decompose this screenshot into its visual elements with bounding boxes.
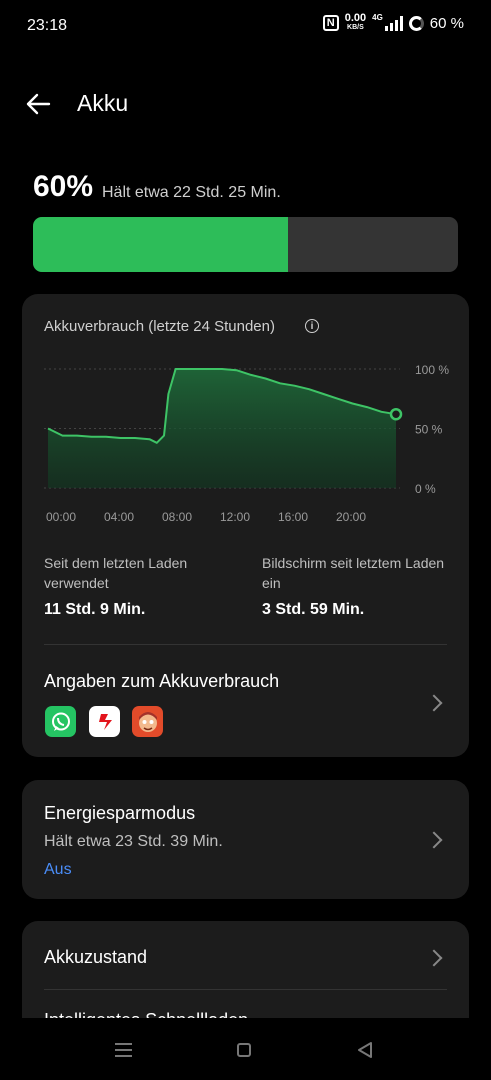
- y-tick-label: 100 %: [415, 363, 449, 377]
- recent-apps-button[interactable]: [115, 1043, 132, 1061]
- red-s-app-icon: [89, 706, 120, 737]
- battery-health-title[interactable]: Akkuzustand: [44, 947, 147, 968]
- x-tick-label: 00:00: [46, 510, 76, 524]
- since-last-charge-label: Seit dem letzten Laden verwendet: [44, 555, 188, 591]
- x-tick-label: 04:00: [104, 510, 134, 524]
- current-level-point: [389, 407, 403, 421]
- power-saving-estimate: Hält etwa 23 Std. 39 Min.: [44, 833, 223, 850]
- screen-on-label: Bildschirm seit letztem Laden ein: [262, 555, 445, 591]
- screen-on-value: 3 Std. 59 Min.: [262, 601, 365, 618]
- x-tick-label: 12:00: [220, 510, 250, 524]
- battery-usage-chart: 100 % 50 % 0 % 00:00 04:00 08:00 12:00 16:00 20:…: [44, 363, 449, 524]
- x-tick-label: 16:00: [278, 510, 308, 524]
- home-button[interactable]: [237, 1043, 251, 1057]
- usage-details-title[interactable]: Angaben zum Akkuverbrauch: [44, 671, 279, 692]
- x-tick-label: 08:00: [162, 510, 192, 524]
- divider: [44, 989, 447, 990]
- power-saving-status: Aus: [44, 861, 72, 878]
- divider: [44, 644, 447, 645]
- game-character-icon: [132, 706, 163, 737]
- y-tick-label: 50 %: [415, 423, 443, 437]
- y-tick-label: 0 %: [415, 482, 436, 496]
- since-last-charge-value: 11 Std. 9 Min.: [44, 601, 146, 618]
- power-saving-title[interactable]: Energiesparmodus: [44, 803, 195, 824]
- nav-back-button[interactable]: [356, 1041, 374, 1059]
- x-tick-label: 20:00: [336, 510, 366, 524]
- whatsapp-icon: [45, 706, 76, 737]
